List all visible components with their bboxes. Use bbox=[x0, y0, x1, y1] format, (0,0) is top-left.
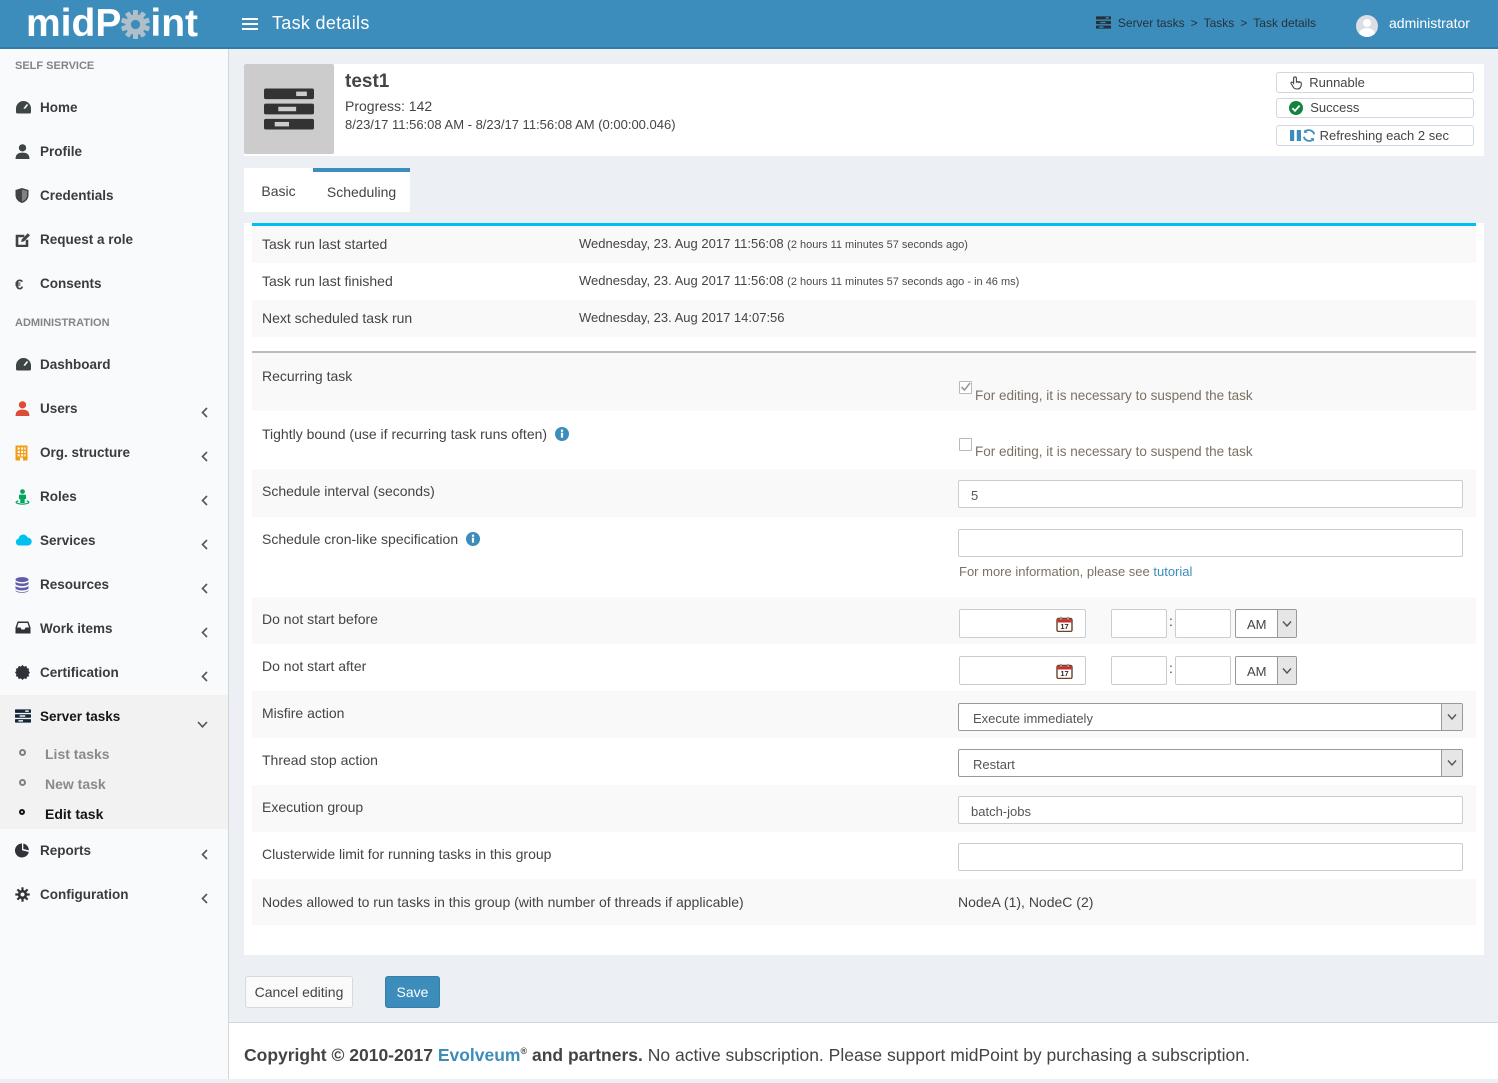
svg-text:17: 17 bbox=[1060, 622, 1068, 631]
svg-text:€: € bbox=[15, 277, 24, 293]
svg-text:17: 17 bbox=[1060, 669, 1068, 678]
